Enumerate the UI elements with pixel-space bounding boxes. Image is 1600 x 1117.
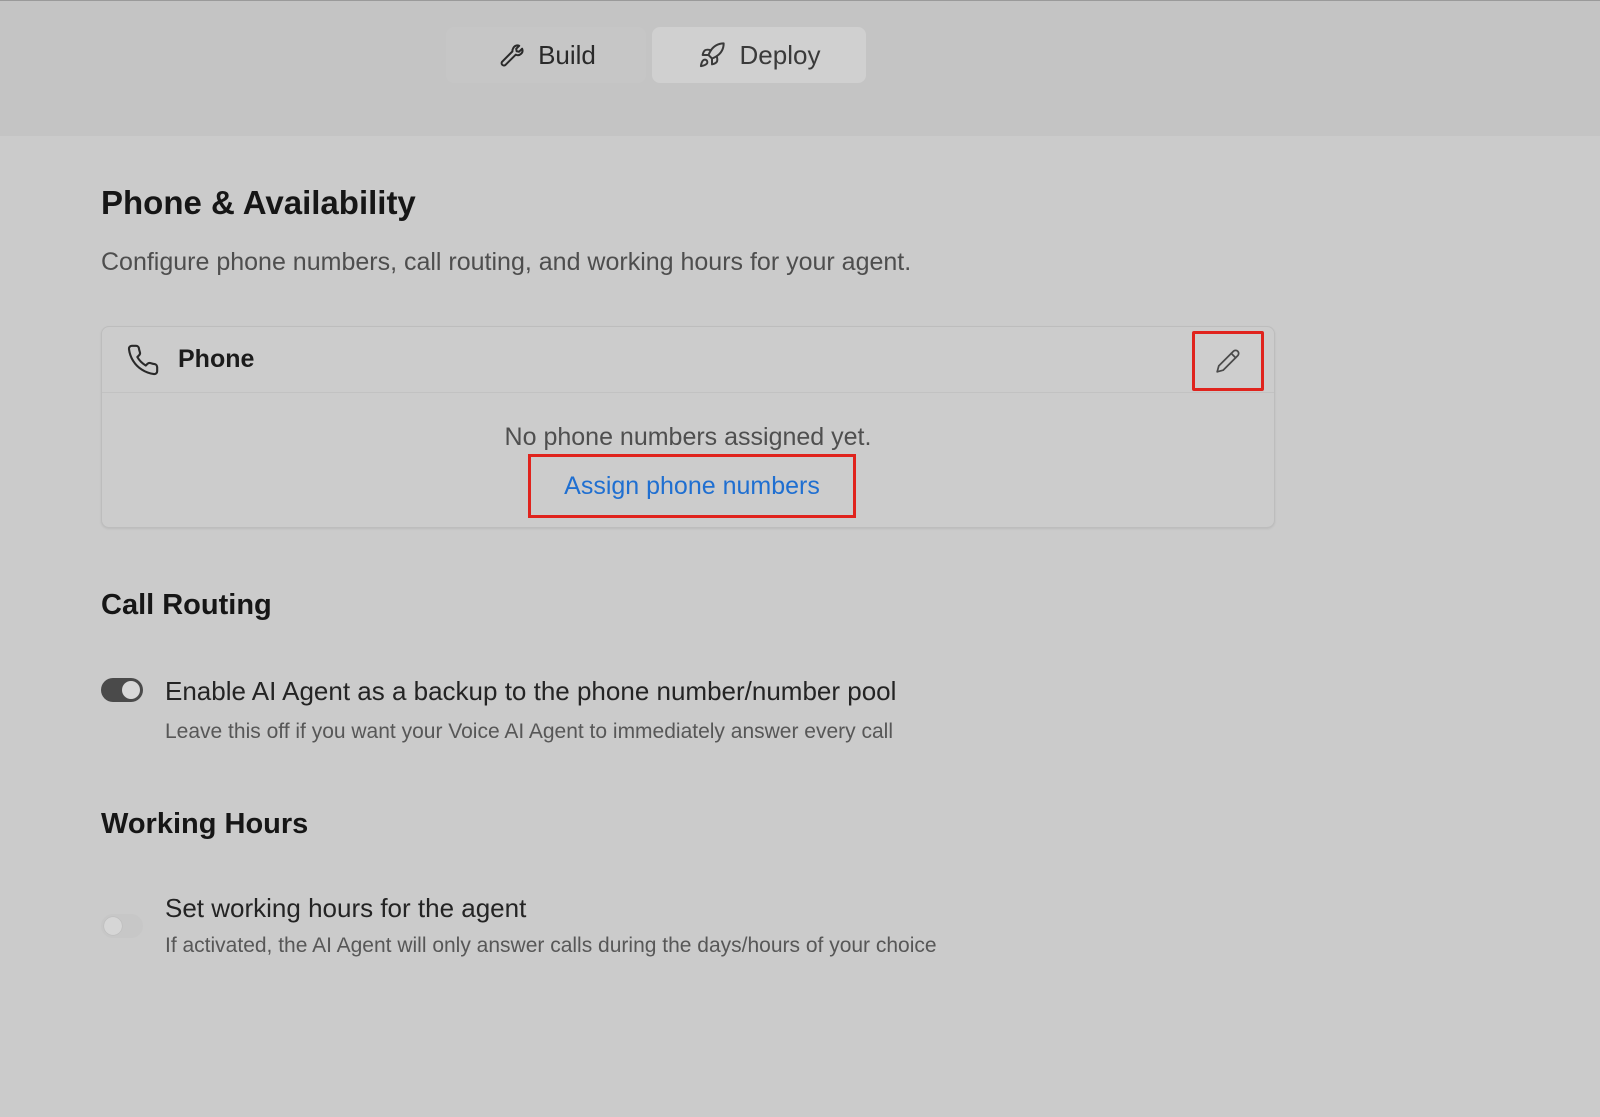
edit-phone-button[interactable]: [1192, 331, 1264, 391]
wrench-icon: [500, 44, 524, 67]
page: Build Deploy Phone & Availability Config…: [0, 0, 1600, 1117]
working-hours-toggle[interactable]: [101, 914, 143, 938]
tab-build-label: Build: [538, 39, 596, 70]
working-hours-option-description: If activated, the AI Agent will only ans…: [165, 934, 937, 957]
tab-deploy-label: Deploy: [739, 39, 821, 70]
call-routing-title: Call Routing: [101, 589, 272, 621]
rocket-icon: [699, 42, 725, 68]
working-hours-option-label: Set working hours for the agent: [165, 893, 527, 923]
assign-phone-numbers-link[interactable]: Assign phone numbers: [528, 454, 856, 518]
working-hours-title: Working Hours: [101, 808, 309, 840]
call-routing-option-description: Leave this off if you want your Voice AI…: [165, 720, 893, 743]
call-routing-option-label: Enable AI Agent as a backup to the phone…: [165, 676, 897, 706]
toggle-knob: [122, 681, 140, 699]
tab-deploy[interactable]: Deploy: [652, 27, 866, 83]
pencil-icon: [1216, 349, 1240, 373]
page-subtitle: Configure phone numbers, call routing, a…: [101, 248, 912, 276]
phone-card-header: Phone: [102, 327, 1274, 393]
toggle-knob: [104, 917, 122, 935]
top-tab-bar: Build Deploy: [0, 0, 1600, 136]
phone-card-title: Phone: [178, 345, 255, 373]
call-routing-toggle[interactable]: [101, 678, 143, 702]
tab-build[interactable]: Build: [446, 27, 646, 83]
phone-icon: [127, 344, 159, 376]
phone-card: Phone No phone numbers assigned yet. Ass…: [101, 326, 1275, 528]
no-phone-numbers-message: No phone numbers assigned yet.: [504, 423, 872, 451]
page-title: Phone & Availability: [101, 184, 416, 221]
